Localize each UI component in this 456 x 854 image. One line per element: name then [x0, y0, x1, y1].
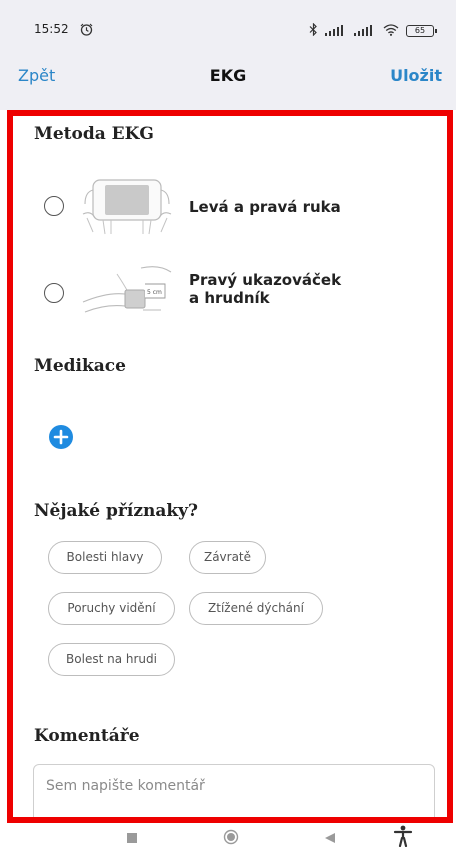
method-heading: Metoda EKG	[34, 124, 154, 144]
distance-label: 5 cm	[147, 289, 162, 296]
symptom-chip-vision[interactable]: Poruchy vidění	[48, 592, 175, 625]
method-label-hands: Levá a pravá ruka	[189, 198, 341, 216]
symptoms-heading: Nějaké příznaky?	[34, 501, 198, 521]
finger-on-chest-illustration: 5 cm	[81, 258, 173, 322]
symptom-chip-headache[interactable]: Bolesti hlavy	[48, 541, 162, 574]
symptom-chip-breathing[interactable]: Ztížené dýchání	[189, 592, 323, 625]
method-label-finger-chest-line2: a hrudník	[189, 289, 270, 307]
method-radio-hands[interactable]	[44, 196, 64, 216]
method-radio-finger-chest[interactable]	[44, 283, 64, 303]
status-time: 15:52	[34, 22, 69, 36]
status-bar: 15:52 65	[0, 0, 456, 52]
method-label-finger-chest-line1: Pravý ukazováček	[189, 271, 342, 289]
back-triangle-icon[interactable]	[324, 829, 336, 848]
wifi-icon	[383, 21, 399, 40]
system-nav-bar	[0, 823, 456, 854]
symptom-chip-dizziness[interactable]: Závratě	[189, 541, 266, 574]
save-button[interactable]: Uložit	[390, 66, 442, 85]
battery-icon: 65	[406, 24, 437, 37]
signal-icon	[325, 21, 347, 40]
form-content: Metoda EKG Levá a pravá ruka 5 cm Pravý …	[7, 110, 453, 823]
page-title: EKG	[209, 66, 247, 85]
nav-bar: Zpět EKG Uložit	[0, 52, 456, 110]
method-label-hands-line1: Levá a pravá ruka	[189, 198, 341, 216]
status-icons: 65	[309, 21, 437, 40]
comment-input[interactable]: Sem napište komentář	[33, 764, 435, 817]
signal-icon-2	[354, 21, 376, 40]
recents-square-icon[interactable]	[126, 829, 138, 848]
home-circle-icon[interactable]	[223, 829, 239, 849]
symptom-chip-chest-pain[interactable]: Bolest na hrudi	[48, 643, 175, 676]
method-label-finger-chest: Pravý ukazováček a hrudník	[189, 271, 341, 307]
alarm-icon	[80, 21, 93, 40]
hands-on-device-illustration	[81, 174, 173, 238]
comments-heading: Komentáře	[34, 726, 140, 746]
accessibility-icon[interactable]	[393, 825, 413, 851]
bluetooth-icon	[309, 21, 318, 40]
medication-heading: Medikace	[34, 356, 126, 376]
plus-circle-icon	[53, 429, 69, 445]
add-medication-button[interactable]	[49, 425, 73, 449]
